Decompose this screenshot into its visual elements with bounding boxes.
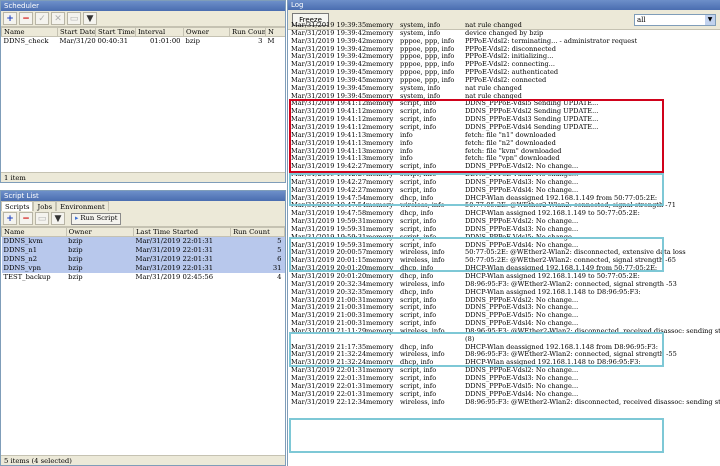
cell-name: TEST_backup [3, 273, 51, 281]
table-row[interactable]: DDNS_kvm bzip Mar/31/2019 22:01:31 5 [1, 236, 285, 246]
log-time: Mar/31/2019 21:11:29 [291, 326, 367, 335]
comment-icon[interactable]: ▭ [67, 12, 81, 25]
run-script-button[interactable]: ▸ Run Script [71, 212, 122, 225]
cell-name: DDNS_kvm [1, 236, 67, 246]
add-icon[interactable]: + [3, 12, 17, 25]
cell-owner: bzip [185, 37, 200, 45]
log-time: Mar/31/2019 22:12:34 [291, 397, 367, 406]
table-row[interactable]: TEST_backup bzip Mar/31/2019 02:45:56 4 [2, 273, 285, 282]
tab-jobs[interactable]: Jobs [33, 201, 57, 211]
scheduler-title: Scheduler [1, 1, 285, 11]
log-list: Mar/31/2019 19:39:35 memory system, info na… [288, 22, 720, 466]
log-buffer: memory [366, 326, 394, 335]
cell-last: Mar/31/2019 02:45:56 [135, 273, 214, 281]
cell-name: DDNS_check [3, 37, 49, 45]
log-title: Log [288, 0, 720, 10]
table-row[interactable]: DDNS_check Mar/31/201900:40:31 01:01:00 bzi… [2, 37, 286, 47]
cell-last: Mar/31/2019 22:01:31 [133, 255, 231, 264]
script-list-tabs: Scripts Jobs Environment [1, 201, 285, 211]
scheduler-window: Scheduler + − ✓ ✕ ▭ ▼ Name Start Date Star… [0, 0, 286, 183]
cell-next: M [267, 37, 275, 45]
log-window: Log Freeze all ▼ Mar/31/2019 19:39:35 mem… [287, 0, 720, 466]
remove-icon[interactable]: − [19, 12, 33, 25]
cell-owner: bzip [66, 264, 134, 273]
remove-script-icon[interactable]: − [19, 212, 33, 225]
column-header[interactable]: Owner [65, 227, 135, 237]
add-script-icon[interactable]: + [3, 212, 17, 225]
cell-owner: bzip [66, 255, 134, 264]
script-list-table: Name Owner Last Time Started Run Count DDNS… [1, 227, 285, 282]
cell-interval: 01:01:00 [149, 37, 181, 45]
cell-last: Mar/31/2019 22:01:31 [133, 236, 231, 246]
column-header[interactable]: Start Time [95, 27, 136, 37]
script-list-title: Script List [1, 191, 285, 201]
script-list-window: Script List Scripts Jobs Environment + − ▭… [0, 190, 286, 466]
enable-icon[interactable]: ✓ [35, 12, 49, 25]
cell-count: 31 [230, 264, 285, 273]
scheduler-toolbar: + − ✓ ✕ ▭ ▼ [1, 11, 285, 27]
table-row[interactable]: DDNS_n1 bzip Mar/31/2019 22:01:31 5 [1, 246, 285, 255]
log-buffer: memory [366, 397, 394, 406]
cell-name: DDNS_vpn [1, 264, 67, 273]
cell-count: 5 [230, 246, 285, 255]
cell-run_count: 3 [258, 37, 263, 45]
cell-start_time: 00:40:31 [97, 37, 129, 45]
column-header[interactable]: Start Date [57, 27, 96, 37]
column-header[interactable]: Run Count [229, 27, 266, 37]
log-message: D8:96:95:F3: @WEther2-Wlan2: disconnecte… [465, 397, 720, 406]
cell-last: Mar/31/2019 22:01:31 [133, 246, 231, 255]
scheduler-status: 1 item [1, 172, 285, 182]
column-header[interactable]: Last Time Started [133, 227, 232, 237]
cell-last: Mar/31/2019 22:01:31 [133, 264, 231, 273]
run-script-label: Run Script [80, 214, 118, 222]
scheduler-table: Name Start Date Start Time Interval Owner Run… [1, 27, 286, 47]
cell-start_date: Mar/31/2019 [59, 37, 96, 45]
script-filter-icon[interactable]: ▼ [51, 212, 65, 225]
disable-icon[interactable]: ✕ [51, 12, 65, 25]
tab-scripts[interactable]: Scripts [1, 201, 34, 211]
cell-name: DDNS_n1 [1, 246, 67, 255]
column-header[interactable]: Run Count [230, 227, 285, 237]
tab-environment[interactable]: Environment [56, 201, 109, 211]
table-row[interactable]: DDNS_vpn bzip Mar/31/2019 22:01:31 31 [1, 264, 285, 273]
table-row[interactable]: DDNS_n2 bzip Mar/31/2019 22:01:31 6 [1, 255, 285, 264]
log-row[interactable]: Mar/31/2019 21:11:29 memory wireless, info… [288, 326, 720, 336]
cell-name: DDNS_n2 [1, 255, 67, 264]
log-row[interactable]: Mar/31/2019 22:12:34 memory wireless, info… [288, 397, 720, 407]
column-header[interactable]: Interval [135, 27, 184, 37]
log-message: D8:96:95:F3: @WEther2-Wlan2: disconnecte… [465, 326, 720, 335]
cell-count: 4 [277, 273, 282, 281]
log-topics: wireless, info [400, 397, 445, 406]
column-header[interactable]: Name [1, 227, 67, 237]
copy-icon[interactable]: ▭ [35, 212, 49, 225]
run-script-icon: ▸ [75, 214, 79, 222]
cell-count: 5 [230, 236, 285, 246]
cell-owner: bzip [66, 246, 134, 255]
column-header[interactable]: Owner [183, 27, 230, 37]
script-list-toolbar: + − ▭ ▼ ▸ Run Script [1, 211, 285, 227]
filter-icon[interactable]: ▼ [83, 12, 97, 25]
cell-owner: bzip [68, 273, 83, 281]
log-topics: wireless, info [400, 326, 445, 335]
column-header[interactable]: N [265, 27, 285, 37]
highlight-cyan-box-4 [289, 418, 664, 453]
cell-owner: bzip [66, 236, 134, 246]
cell-count: 6 [230, 255, 285, 264]
script-list-status: 5 items (4 selected) [1, 455, 285, 465]
column-header[interactable]: Name [1, 27, 58, 37]
